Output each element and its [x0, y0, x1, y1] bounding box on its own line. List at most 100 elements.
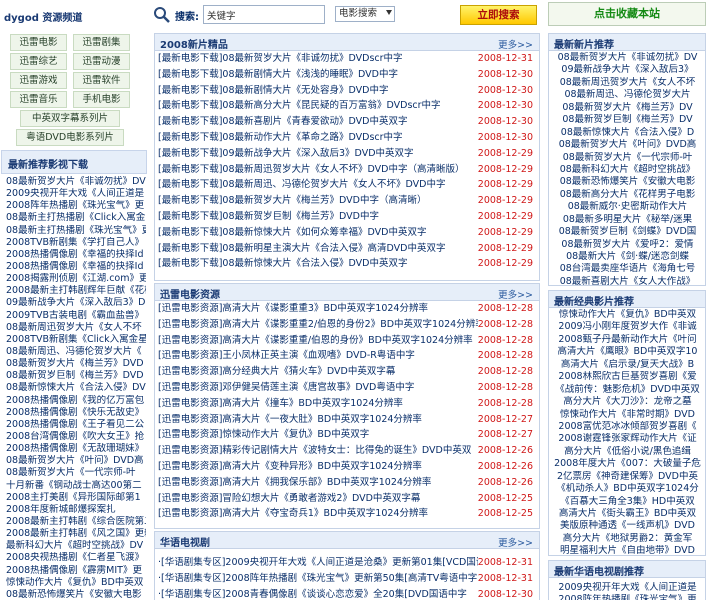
classic-film-item[interactable]: 美版原种通透《一线声机》DVD [552, 520, 703, 532]
new-film-item[interactable]: 08最新高分大片《花样男子电影 [552, 189, 703, 201]
recommend-list-item[interactable]: 08最新恐怖爆笑片《安徽大电影 [6, 589, 146, 600]
recommend-list-item[interactable]: 2008热播偶像剧《无敌珊瑚妹》 [6, 443, 146, 455]
recommend-list-item[interactable]: 2008热播偶像剧《王子看见二公 [6, 419, 146, 431]
new-film-item[interactable]: 08最新喜剧大片《女人大作战》 [552, 276, 703, 288]
channel-mobile-movies[interactable]: 手机电影 [73, 91, 130, 108]
recommend-list-item[interactable]: 2008主打美剧《异形国际邮第1 [6, 492, 146, 504]
new-release-row-link[interactable]: [最新电影下载]09最新战争大片《深入敌后3》DVD中英双字 [158, 146, 478, 162]
recommend-list-item[interactable]: 2008TVB新剧集《Click入寓金星 [6, 334, 146, 346]
recommend-list-item[interactable]: 2008TVB新剧集《学打自己人》 [6, 237, 146, 249]
new-film-item[interactable]: 08最新周迅、冯德伦贺岁大片 [552, 89, 703, 101]
channel-series[interactable]: 迅雷剧集 [73, 34, 130, 51]
xunlei-resource-row-link[interactable]: [迅雷电影资源]王小凤林正英主演《血观嗜》DVD-R粤语中字 [158, 348, 478, 364]
recommend-list-item[interactable]: 2009TVB古装电剧《霸血盐兽》 [6, 310, 146, 322]
recommend-list-item[interactable]: 2008最新主打韩剧《风之国》更新 [6, 528, 146, 540]
new-releases-more-link[interactable]: 更多>> [498, 37, 533, 51]
new-film-item[interactable]: 08最新周迅贺岁大片《女人不坏 [552, 77, 703, 89]
recommend-list-item[interactable]: 2008热播偶像剧《幸福的抉择Id [6, 249, 146, 261]
recommend-list-item[interactable]: 2008热播偶像剧《快乐无敌史》 [6, 407, 146, 419]
new-release-row-link[interactable]: [最新电影下载]08最新动作大片《革命之路》DVDscr中字 [158, 130, 478, 146]
tv-series-more-link[interactable]: 更多>> [498, 535, 533, 549]
channel-bilingual-series[interactable]: 中英双字幕系列片 [20, 110, 120, 127]
classic-film-item[interactable]: 2亿票房《神奇建保筹》DVD中英 [552, 471, 703, 483]
recommend-list-item[interactable]: 08最新贺岁大片《非诚勿扰》DV [6, 176, 146, 188]
recommend-list-item[interactable]: 2008揭露刑侦剧《江湖.com》更 [6, 273, 146, 285]
recommend-list-item[interactable]: 2008热播偶像剧《我的亿万富包 [6, 395, 146, 407]
classic-film-item[interactable]: 惊悚动作大片《非常时期》DVD [552, 409, 703, 421]
recommend-list-item[interactable]: 2009央视开年大戏《人间正道是 [6, 188, 146, 200]
new-film-item[interactable]: 08最新贺岁大片《一代宗师-叶 [552, 152, 703, 164]
xunlei-resource-row-link[interactable]: [迅雷电影资源]高清大片《谍影重重/伯恩的身份》BD中英双字1024分辨率 [158, 333, 478, 349]
new-release-row-link[interactable]: [最新电影下载]08最新剧情大片《浅浅的睡眠》DVD中字 [158, 67, 478, 83]
channel-software[interactable]: 迅雷软件 [73, 72, 130, 89]
new-release-row-link[interactable]: [最新电影下载]08最新剧情大片《无处容身》DVD中字 [158, 83, 478, 99]
recommend-list-item[interactable]: 09最新战争大片《深入敌后3》D [6, 297, 146, 309]
channel-anime[interactable]: 迅雷动漫 [73, 53, 130, 70]
xunlei-resource-row-link[interactable]: [迅雷电影资源]高清大片《变种异形》BD中英双字1024分辨率 [158, 459, 478, 475]
classic-film-item[interactable]: 2008甄子丹最新动作大片《叶问 [552, 334, 703, 346]
xunlei-resources-more-link[interactable]: 更多>> [498, 287, 533, 301]
new-release-row-link[interactable]: [最新电影下载]08最新贺岁大片《梅兰芳》DVD中字（高清晰） [158, 193, 478, 209]
classic-film-item[interactable]: 2009冯小刚年度贺岁大作《非诚 [552, 321, 703, 333]
xunlei-resource-row-link[interactable]: [迅雷电影资源]精彩传记剧情大片《波特女士：比得兔的诞生》DVD中英双 [158, 443, 478, 459]
tv-series-row-link[interactable]: ·[华语剧集专区]2008青春偶像剧《谈谈心恋恋爱》全20集[DVD国语中字 [158, 587, 478, 600]
new-film-item[interactable]: 08台湾最卖座华语片《海角七号 [552, 263, 703, 275]
xunlei-resource-row-link[interactable]: [迅雷电影资源]邓伊健吴倩莲主演《唐宫故事》DVD粤语中字 [158, 380, 478, 396]
classic-film-item[interactable]: 高分大片《低俗小说/黑色追缉 [552, 446, 703, 458]
new-film-item[interactable]: 08最新贺岁大片《梅兰芳》DV [552, 102, 703, 114]
tv-series-row-link[interactable]: ·[华语剧集专区]2009央视开年大戏《人间正道是沧桑》更新第01集[VCD国语 [158, 555, 478, 571]
classic-film-item[interactable]: 《百慕大三角全3集》HD中英双 [552, 496, 703, 508]
xunlei-resource-row-link[interactable]: [迅雷电影资源]高清大片《夺宝奇兵1》BD中英双字1024分辨率 [158, 506, 478, 522]
channel-variety[interactable]: 迅雷综艺 [10, 53, 67, 70]
xunlei-resource-row-link[interactable]: [迅雷电影资源]惊悚动作大片《复仇》BD中英双字 [158, 427, 478, 443]
classic-film-item[interactable]: 高清大片《街头霸王》BD中英双 [552, 508, 703, 520]
new-film-item[interactable]: 09最新战争大片《深入敌后3》 [552, 64, 703, 76]
classic-film-item[interactable]: 惊悚动作大片《复仇》BD中英双 [552, 309, 703, 321]
xunlei-resource-row-link[interactable]: [迅雷电影资源]高分经典大片《猜火车》DVD中英双字幕 [158, 364, 478, 380]
chinese-tv-item[interactable]: 2009央视开年大戏《人间正道是 [552, 582, 703, 594]
new-film-item[interactable]: 08最新科幻大片《超时空挑战》 [552, 164, 703, 176]
xunlei-resource-row-link[interactable]: [迅雷电影资源]高清大片《谍影重重2/伯恩的身份2》BD中英双字1024分辨率 [158, 317, 478, 333]
recommend-list-item[interactable]: 08最新贺岁大片《一代宗师-叶 [6, 467, 146, 479]
classic-film-item[interactable]: 《战前传：魅影危机》DVD中英双 [552, 384, 703, 396]
recommend-list-item[interactable]: 2008年度新城邮爆探案扎 [6, 504, 146, 516]
new-film-item[interactable]: 08最新威尔·史密斯动作大片 [552, 201, 703, 213]
recommend-list-item[interactable]: 08最新主打热播剧《Click入寓金 [6, 212, 146, 224]
recommend-list-item[interactable]: 2008台湾偶像剧《吹大女王》抢 [6, 431, 146, 443]
new-film-item[interactable]: 08最新贺岁大片《非诚勿扰》DV [552, 52, 703, 64]
new-film-item[interactable]: 08最新贺岁大片《爱呼2：爱情 [552, 239, 703, 251]
recommend-list-item[interactable]: 2008央视热播剧《仁者星飞渡》 [6, 552, 146, 564]
channel-music[interactable]: 迅雷音乐 [10, 91, 67, 108]
new-release-row-link[interactable]: [最新电影下载]08最新贺岁大片《非诚勿扰》DVDscr中字 [158, 51, 478, 67]
classic-film-item[interactable]: 高分大片《地狱男爵2：黄金军 [552, 533, 703, 545]
new-release-row-link[interactable]: [最新电影下载]08最新明星主演大片《合法入侵》高清DVD中英双字 [158, 241, 478, 257]
recommend-list-item[interactable]: 2008阵年热播剧《珠光宝气》更 [6, 200, 146, 212]
classic-film-item[interactable]: 高清大片《鹰眼》BD中英双字10 [552, 346, 703, 358]
classic-film-item[interactable]: 明星福利大片《自由地带》DVD [552, 545, 703, 557]
recommend-list-item[interactable]: 08最新周迅、冯德伦贺岁大片《 [6, 346, 146, 358]
classic-film-item[interactable]: 2008谢霆锋张家辉动作大片《证 [552, 433, 703, 445]
new-release-row-link[interactable]: [最新电影下载]08最新贺岁巨制《梅兰芳》DVD中字 [158, 209, 478, 225]
channel-movies[interactable]: 迅雷电影 [10, 34, 67, 51]
search-category-select[interactable]: 电影搜索 [335, 6, 395, 22]
classic-film-item[interactable]: 高清大片《启示录/复天大战》B [552, 359, 703, 371]
recommend-list-item[interactable]: 十月新番《钢动战士高达00第二 [6, 480, 146, 492]
recommend-list-item[interactable]: 08最新主打热播剧《珠光宝气》更 [6, 225, 146, 237]
classic-film-item[interactable]: 2008年度大片《007：大破量子危 [552, 458, 703, 470]
recommend-list-item[interactable]: 08最新贺岁巨制《梅兰芳》DVD [6, 370, 146, 382]
channel-cantonese-dvd[interactable]: 粤语DVD电影系列片 [16, 129, 124, 146]
xunlei-resource-row-link[interactable]: [迅雷电影资源]冒险幻想大片《勇敢者游戏2》DVD中英双字幕 [158, 491, 478, 507]
recommend-list-item[interactable]: 2008热播偶像剧《幸福的抉择Id [6, 261, 146, 273]
new-release-row-link[interactable]: [最新电影下载]08最新周迅、冯德伦贺岁大片《女人不坏》DVD中字 [158, 177, 478, 193]
new-film-item[interactable]: 08最新惊悚大片《合法入侵》D [552, 127, 703, 139]
new-release-row-link[interactable]: [最新电影下载]08最新惊悚大片《合法入侵》DVD中英双字 [158, 256, 478, 272]
classic-film-item[interactable]: 2008林熙欣古巨基贺岁喜剧《爱 [552, 371, 703, 383]
new-release-row-link[interactable]: [最新电影下载]08最新周迅贺岁大片《女人不坏》DVD中字（高清晰版） [158, 162, 478, 178]
xunlei-resource-row-link[interactable]: [迅雷电影资源]高清大片《一夜大肚》BD中英双字1024分辨率 [158, 412, 478, 428]
chinese-tv-item[interactable]: 2008阵年热播剧《珠光宝气》更 [552, 594, 703, 600]
new-film-item[interactable]: 08最新恐怖爆笑片《安徽大电影 [552, 176, 703, 188]
new-film-item[interactable]: 08最新贺岁巨制《梅兰芳》DV [552, 114, 703, 126]
xunlei-resource-row-link[interactable]: [迅雷电影资源]高清大片《撞车》BD中英双字1024分辨率 [158, 396, 478, 412]
classic-film-item[interactable]: 2008富优范冰冰倾部贺岁喜剧《 [552, 421, 703, 433]
recommend-list-item[interactable]: 08最新贺岁大片《叶问》DVD高 [6, 455, 146, 467]
